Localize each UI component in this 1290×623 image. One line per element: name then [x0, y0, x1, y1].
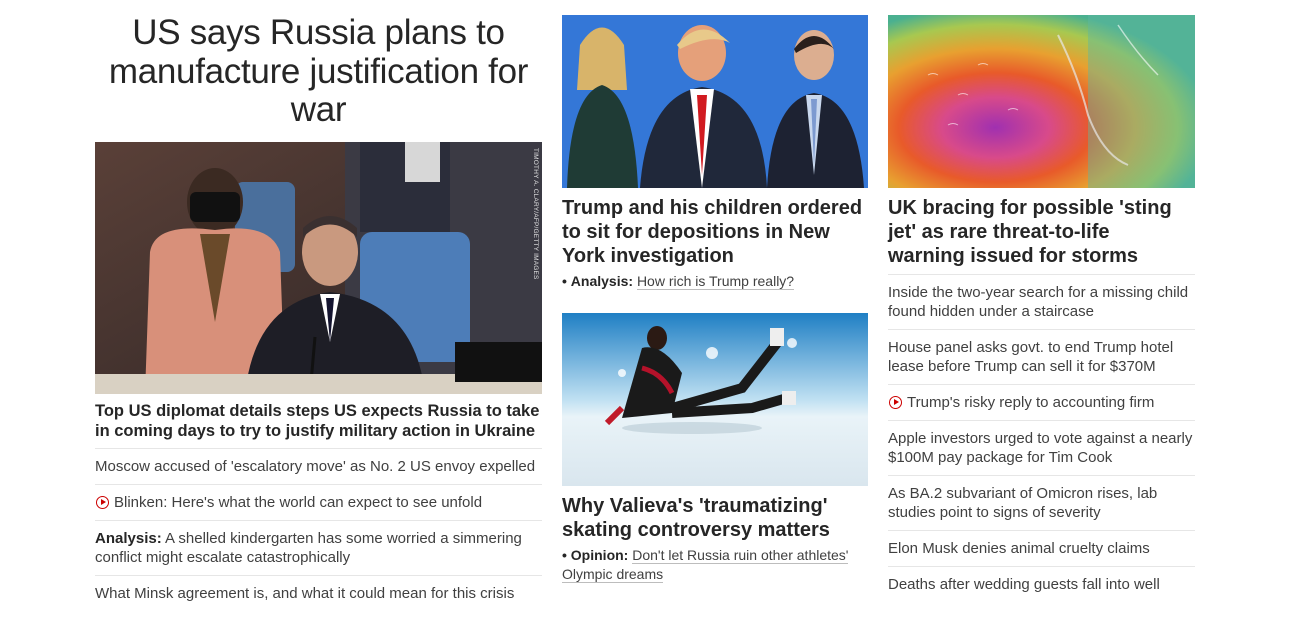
- list-item[interactable]: Inside the two-year search for a missing…: [888, 274, 1195, 329]
- list-item[interactable]: Trump's risky reply to accounting firm: [888, 384, 1195, 420]
- bullet: •: [562, 547, 567, 563]
- list-item[interactable]: Blinken: Here's what the world can expec…: [95, 484, 542, 520]
- hero-image-un-security-council[interactable]: TIMOTHY A. CLARY/AFP/GETTY IMAGES: [95, 142, 542, 394]
- valieva-card: Why Valieva's 'traumatizing' skating con…: [562, 313, 868, 584]
- main-headline[interactable]: US says Russia plans to manufacture just…: [95, 13, 542, 130]
- story-link[interactable]: What Minsk agreement is, and what it cou…: [95, 585, 514, 602]
- side-stories-list: Inside the two-year search for a missing…: [888, 274, 1195, 602]
- story-link[interactable]: Moscow accused of 'escalatory move' as N…: [95, 458, 535, 475]
- trump-analysis-link[interactable]: • Analysis: How rich is Trump really?: [562, 272, 868, 291]
- story-link[interactable]: House panel asks govt. to end Trump hote…: [888, 339, 1173, 375]
- list-item[interactable]: House panel asks govt. to end Trump hote…: [888, 329, 1195, 384]
- list-item[interactable]: As BA.2 subvariant of Omicron rises, lab…: [888, 475, 1195, 530]
- story-link[interactable]: Blinken: Here's what the world can expec…: [114, 494, 482, 511]
- photo-credit: TIMOTHY A. CLARY/AFP/GETTY IMAGES: [532, 148, 539, 280]
- valieva-opinion-link[interactable]: • Opinion: Don't let Russia ruin other a…: [562, 546, 868, 584]
- story-link[interactable]: As BA.2 subvariant of Omicron rises, lab…: [888, 485, 1157, 521]
- play-video-icon: [889, 396, 902, 409]
- list-item[interactable]: Apple investors urged to vote against a …: [888, 420, 1195, 475]
- trump-card: Trump and his children ordered to sit fo…: [562, 15, 868, 291]
- sub-link-text[interactable]: How rich is Trump really?: [636, 273, 795, 290]
- storm-weather-map-image[interactable]: [888, 15, 1195, 188]
- story-link[interactable]: Inside the two-year search for a missing…: [888, 284, 1188, 320]
- main-story-column: US says Russia plans to manufacture just…: [95, 0, 542, 602]
- trump-headline[interactable]: Trump and his children ordered to sit fo…: [562, 196, 868, 268]
- story-link[interactable]: Deaths after wedding guests fall into we…: [888, 576, 1160, 593]
- trump-family-image[interactable]: [562, 15, 868, 188]
- list-item[interactable]: What Minsk agreement is, and what it cou…: [95, 575, 542, 611]
- play-video-icon: [96, 496, 109, 509]
- story-link[interactable]: Elon Musk denies animal cruelty claims: [888, 540, 1150, 557]
- list-item[interactable]: Elon Musk denies animal cruelty claims: [888, 530, 1195, 566]
- storm-card: UK bracing for possible 'sting jet' as r…: [888, 15, 1195, 268]
- story-link[interactable]: Apple investors urged to vote against a …: [888, 430, 1192, 466]
- related-stories-list: Moscow accused of 'escalatory move' as N…: [95, 448, 542, 611]
- lead-story-link[interactable]: Top US diplomat details steps US expects…: [95, 401, 542, 441]
- list-item[interactable]: Analysis: A shelled kindergarten has som…: [95, 520, 542, 575]
- bullet: •: [562, 273, 567, 289]
- analysis-kicker: Analysis:: [570, 273, 634, 289]
- opinion-kicker: Opinion:: [570, 547, 629, 563]
- list-item[interactable]: Moscow accused of 'escalatory move' as N…: [95, 448, 542, 484]
- story-link[interactable]: Trump's risky reply to accounting firm: [907, 394, 1154, 411]
- list-item[interactable]: Deaths after wedding guests fall into we…: [888, 566, 1195, 602]
- storm-headline[interactable]: UK bracing for possible 'sting jet' as r…: [888, 196, 1195, 268]
- story-kicker: Analysis:: [95, 530, 162, 547]
- valieva-headline[interactable]: Why Valieva's 'traumatizing' skating con…: [562, 494, 868, 542]
- valieva-skating-image[interactable]: [562, 313, 868, 486]
